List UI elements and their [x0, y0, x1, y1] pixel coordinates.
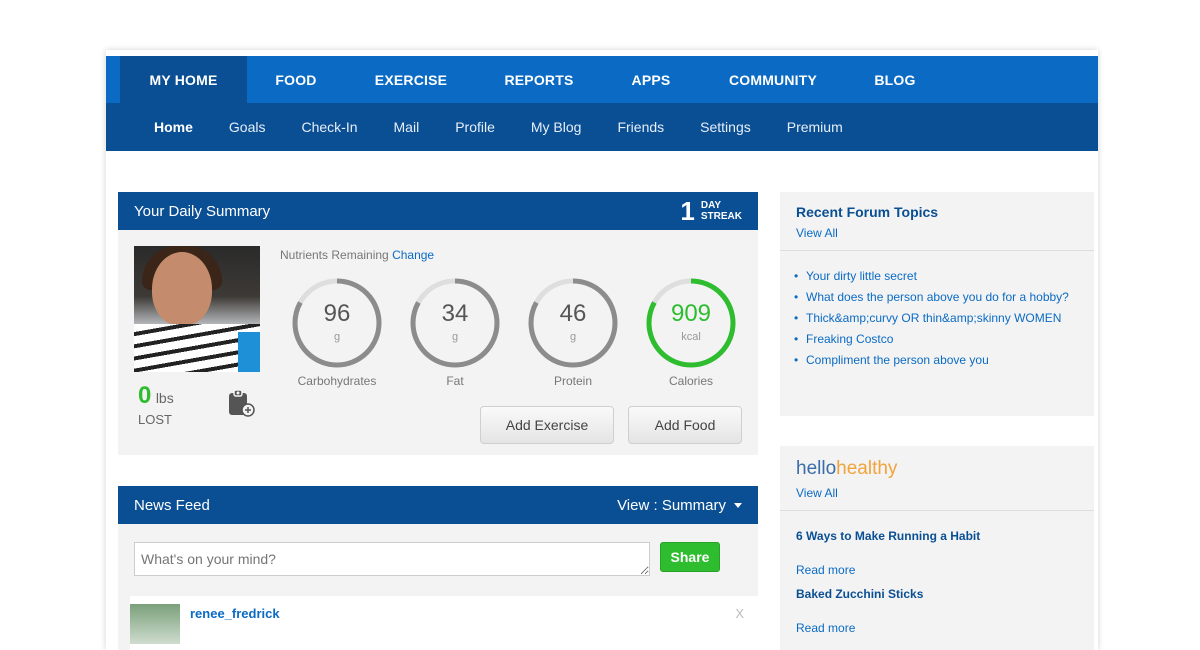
nutrient-unit: kcal [681, 331, 701, 343]
nutrient-ring: 46 g Protein [526, 276, 620, 388]
daily-summary-panel: Your Daily Summary 1 DAY STREAK 0 lbs LO… [118, 192, 758, 455]
subnav-my-blog[interactable]: My Blog [531, 119, 582, 135]
post-avatar[interactable] [130, 604, 180, 644]
tab-community[interactable]: COMMUNITY [701, 56, 845, 103]
add-food-button[interactable]: Add Food [628, 406, 742, 444]
add-exercise-button[interactable]: Add Exercise [480, 406, 614, 444]
nutrient-label: Carbohydrates [297, 374, 377, 388]
article-item: 6 Ways to Make Running a Habit Read more [780, 529, 1094, 577]
forum-topic-list: Your dirty little secret What does the p… [780, 251, 1094, 369]
hello-header: hellohealthy View All [780, 446, 1094, 511]
streak-label-day: DAY [700, 200, 722, 211]
forum-topic-link[interactable]: Your dirty little secret [794, 267, 1078, 285]
subnav-settings[interactable]: Settings [700, 119, 751, 135]
subnav-profile[interactable]: Profile [455, 119, 495, 135]
streak-badge: 1 DAY STREAK [680, 196, 742, 227]
sub-nav: Home Goals Check-In Mail Profile My Blog… [106, 103, 1098, 151]
streak-label: DAY STREAK [701, 200, 742, 222]
view-summary-label: View : Summary [617, 496, 726, 514]
subnav-premium[interactable]: Premium [787, 119, 843, 135]
nutrient-value: 46 [559, 300, 587, 327]
logo-healthy: healthy [836, 458, 898, 479]
nutrient-label: Fat [446, 374, 464, 388]
post-username[interactable]: renee_fredrick [190, 606, 280, 621]
tab-my-home[interactable]: MY HOME [120, 56, 247, 103]
forum-topic-link[interactable]: Freaking Costco [794, 330, 1078, 348]
read-more-link[interactable]: Read more [796, 563, 1078, 577]
hello-healthy-panel: hellohealthy View All 6 Ways to Make Run… [780, 446, 1094, 650]
nutrients-remaining-label: Nutrients Remaining [280, 248, 389, 262]
main-nav: MY HOME FOOD EXERCISE REPORTS APPS COMMU… [106, 56, 1098, 103]
nutrients-change-link[interactable]: Change [392, 248, 434, 262]
nutrient-ring: 96 g Carbohydrates [290, 276, 384, 388]
daily-summary-header: Your Daily Summary 1 DAY STREAK [118, 192, 758, 230]
forum-topic-link[interactable]: Compliment the person above you [794, 351, 1078, 369]
feed-post: renee_fredrick X [130, 596, 758, 650]
recent-forum-topics-panel: Recent Forum Topics View All Your dirty … [780, 192, 1094, 416]
streak-number: 1 [680, 195, 695, 226]
share-button[interactable]: Share [660, 542, 720, 572]
read-more-link[interactable]: Read more [796, 621, 1078, 635]
weight-lost-value: 0 [138, 382, 152, 409]
tab-food[interactable]: FOOD [247, 56, 345, 103]
forum-header: Recent Forum Topics View All [780, 192, 1094, 251]
subnav-mail[interactable]: Mail [394, 119, 420, 135]
nutrient-unit: g [451, 331, 459, 343]
weight-lost: 0 lbs LOST [138, 382, 174, 427]
nutrient-value: 96 [323, 300, 351, 327]
nutrient-unit: g [333, 331, 341, 343]
view-summary-dropdown[interactable]: View : Summary [617, 497, 742, 514]
subnav-goals[interactable]: Goals [229, 119, 266, 135]
nutrient-value: 34 [441, 300, 469, 327]
forum-view-all-link[interactable]: View All [796, 226, 838, 240]
forum-topic-link[interactable]: Thick&amp;curvy OR thin&amp;skinny WOMEN [794, 309, 1078, 327]
close-icon[interactable]: X [735, 606, 744, 621]
nutrient-label: Calories [668, 374, 713, 388]
tab-exercise[interactable]: EXERCISE [345, 56, 477, 103]
subnav-check-in[interactable]: Check-In [301, 119, 357, 135]
forum-topic-link[interactable]: What does the person above you do for a … [794, 288, 1078, 306]
weight-lost-label: LOST [138, 412, 172, 427]
nutrient-unit: g [569, 331, 577, 343]
profile-avatar[interactable] [134, 246, 260, 372]
weigh-in-clipboard-icon[interactable] [226, 388, 256, 418]
nutrient-ring: 34 g Fat [408, 276, 502, 388]
logo-hello: hello [796, 458, 837, 479]
chevron-down-icon [734, 502, 742, 508]
tab-blog[interactable]: BLOG [845, 56, 945, 103]
nutrients-remaining: Nutrients Remaining Change [280, 248, 434, 262]
nutrient-ring: 909 kcal Calories [644, 276, 738, 388]
news-feed-header: News Feed View : Summary [118, 486, 758, 524]
hello-healthy-logo[interactable]: hellohealthy [796, 458, 1078, 480]
news-feed-title: News Feed [134, 496, 210, 514]
nutrient-value: 909 [670, 300, 712, 327]
streak-label-streak: STREAK [700, 211, 742, 222]
news-feed-panel: News Feed View : Summary Share renee_fre… [118, 486, 758, 650]
subnav-home[interactable]: Home [154, 119, 193, 135]
daily-summary-title: Your Daily Summary [134, 202, 271, 220]
article-title-link[interactable]: Baked Zucchini Sticks [796, 587, 1078, 601]
hello-view-all-link[interactable]: View All [796, 486, 838, 500]
forum-title: Recent Forum Topics [796, 204, 939, 220]
nutrient-label: Protein [553, 374, 593, 388]
tab-reports[interactable]: REPORTS [477, 56, 601, 103]
tab-apps[interactable]: APPS [601, 56, 701, 103]
app-frame: MY HOME FOOD EXERCISE REPORTS APPS COMMU… [106, 50, 1098, 650]
subnav-friends[interactable]: Friends [617, 119, 664, 135]
status-input[interactable] [134, 542, 650, 576]
weight-lost-unit: lbs [155, 390, 174, 406]
article-title-link[interactable]: 6 Ways to Make Running a Habit [796, 529, 1078, 543]
